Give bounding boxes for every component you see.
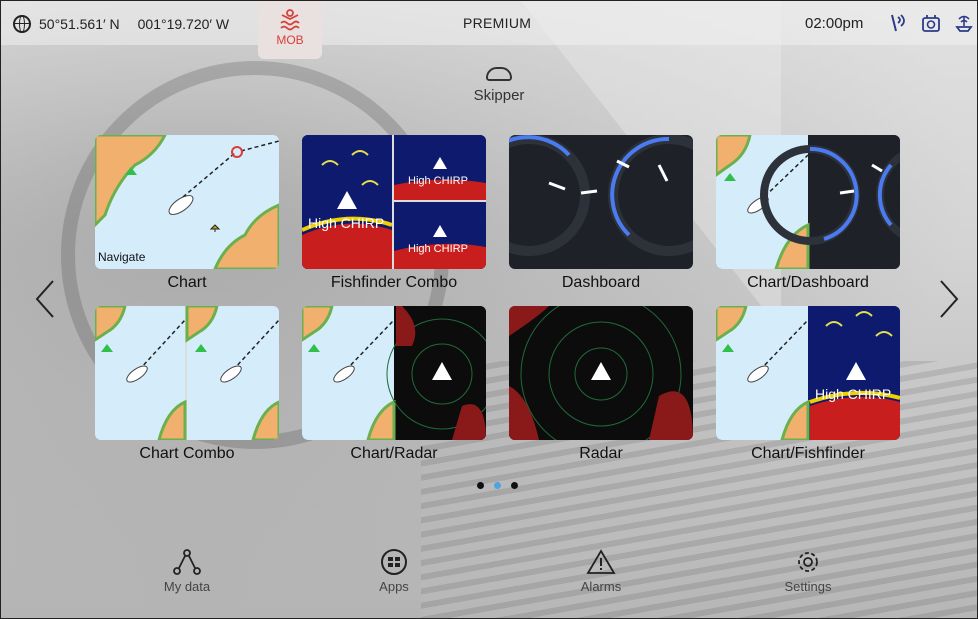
page-dot-active[interactable] <box>494 482 501 489</box>
status-bar: 50°51.561′ N 001°19.720′ W MOB PREMIUM 0… <box>1 1 977 59</box>
tile-chart-radar[interactable] <box>302 306 486 440</box>
page-indicator <box>477 482 518 489</box>
mob-icon <box>280 9 300 31</box>
tile-fishfinder-combo[interactable]: High CHIRP High CHIRP High CHIRP <box>302 135 486 269</box>
settings-icon <box>798 552 818 572</box>
position-readout: 50°51.561′ N 001°19.720′ W <box>13 15 229 33</box>
chart-combo-thumbnail <box>95 306 279 440</box>
tile-radar[interactable] <box>509 306 693 440</box>
autopilot-icon[interactable] <box>921 13 941 33</box>
page-title: PREMIUM <box>463 15 532 31</box>
nav-label: Apps <box>379 579 409 594</box>
chart-fishfinder-thumbnail <box>716 306 900 440</box>
tile-chart-combo[interactable] <box>95 306 279 440</box>
tile-label: Chart <box>167 274 207 291</box>
chart-dashboard-thumbnail <box>716 135 900 269</box>
longitude: 001°19.720′ W <box>137 16 230 32</box>
clock: 02:00pm <box>805 15 864 32</box>
profile-selector[interactable]: Skipper <box>459 67 539 104</box>
my-data-icon <box>173 549 201 575</box>
tile-dashboard[interactable] <box>509 135 693 269</box>
tile-label: Chart Combo <box>139 445 235 462</box>
profile-name: Skipper <box>473 87 525 104</box>
tile-chart-fishfinder[interactable]: High CHIRP <box>716 306 900 440</box>
tile-label: Radar <box>579 445 623 462</box>
dashboard-thumbnail <box>509 135 693 256</box>
radar-thumbnail <box>509 306 693 440</box>
nav-settings[interactable]: Settings <box>758 549 858 594</box>
tile-chart-dashboard[interactable] <box>716 135 900 269</box>
warning-label: High CHIRP <box>408 243 468 255</box>
ais-icon[interactable] <box>953 13 975 33</box>
tile-label: Chart/Radar <box>350 445 438 462</box>
apps-icon <box>381 549 407 575</box>
chevron-left-icon[interactable] <box>33 279 57 319</box>
chart-radar-thumbnail <box>302 306 486 440</box>
mob-button[interactable]: MOB <box>258 1 322 59</box>
nav-apps[interactable]: Apps <box>344 549 444 594</box>
page-dot[interactable] <box>477 482 484 489</box>
warning-label: High CHIRP <box>408 175 468 187</box>
latitude: 50°51.561′ N <box>39 16 120 32</box>
alarms-icon <box>586 549 616 574</box>
nav-label: Alarms <box>580 579 622 594</box>
tile-label: Chart/Dashboard <box>747 274 869 291</box>
tile-label: Dashboard <box>561 274 641 291</box>
chart-thumbnail <box>95 135 279 269</box>
tile-overlay-label: Navigate <box>98 250 146 264</box>
nav-label: My data <box>163 579 211 594</box>
mob-label: MOB <box>276 33 304 47</box>
tile-label: Fishfinder Combo <box>330 274 458 291</box>
gps-signal-icon[interactable] <box>889 13 907 33</box>
page-dot[interactable] <box>511 482 518 489</box>
helm-icon <box>486 67 512 81</box>
tile-label: Chart/Fishfinder <box>751 445 865 462</box>
warning-label: High CHIRP <box>308 215 385 231</box>
nav-alarms[interactable]: Alarms <box>551 549 651 594</box>
tile-chart[interactable]: Navigate <box>95 135 279 269</box>
warning-label: High CHIRP <box>815 386 892 402</box>
home-screen: 50°51.561′ N 001°19.720′ W MOB PREMIUM 0… <box>0 0 978 619</box>
nav-label: Settings <box>784 579 832 594</box>
nav-my-data[interactable]: My data <box>137 549 237 594</box>
chevron-right-icon[interactable] <box>937 279 961 319</box>
globe-icon <box>13 15 31 33</box>
